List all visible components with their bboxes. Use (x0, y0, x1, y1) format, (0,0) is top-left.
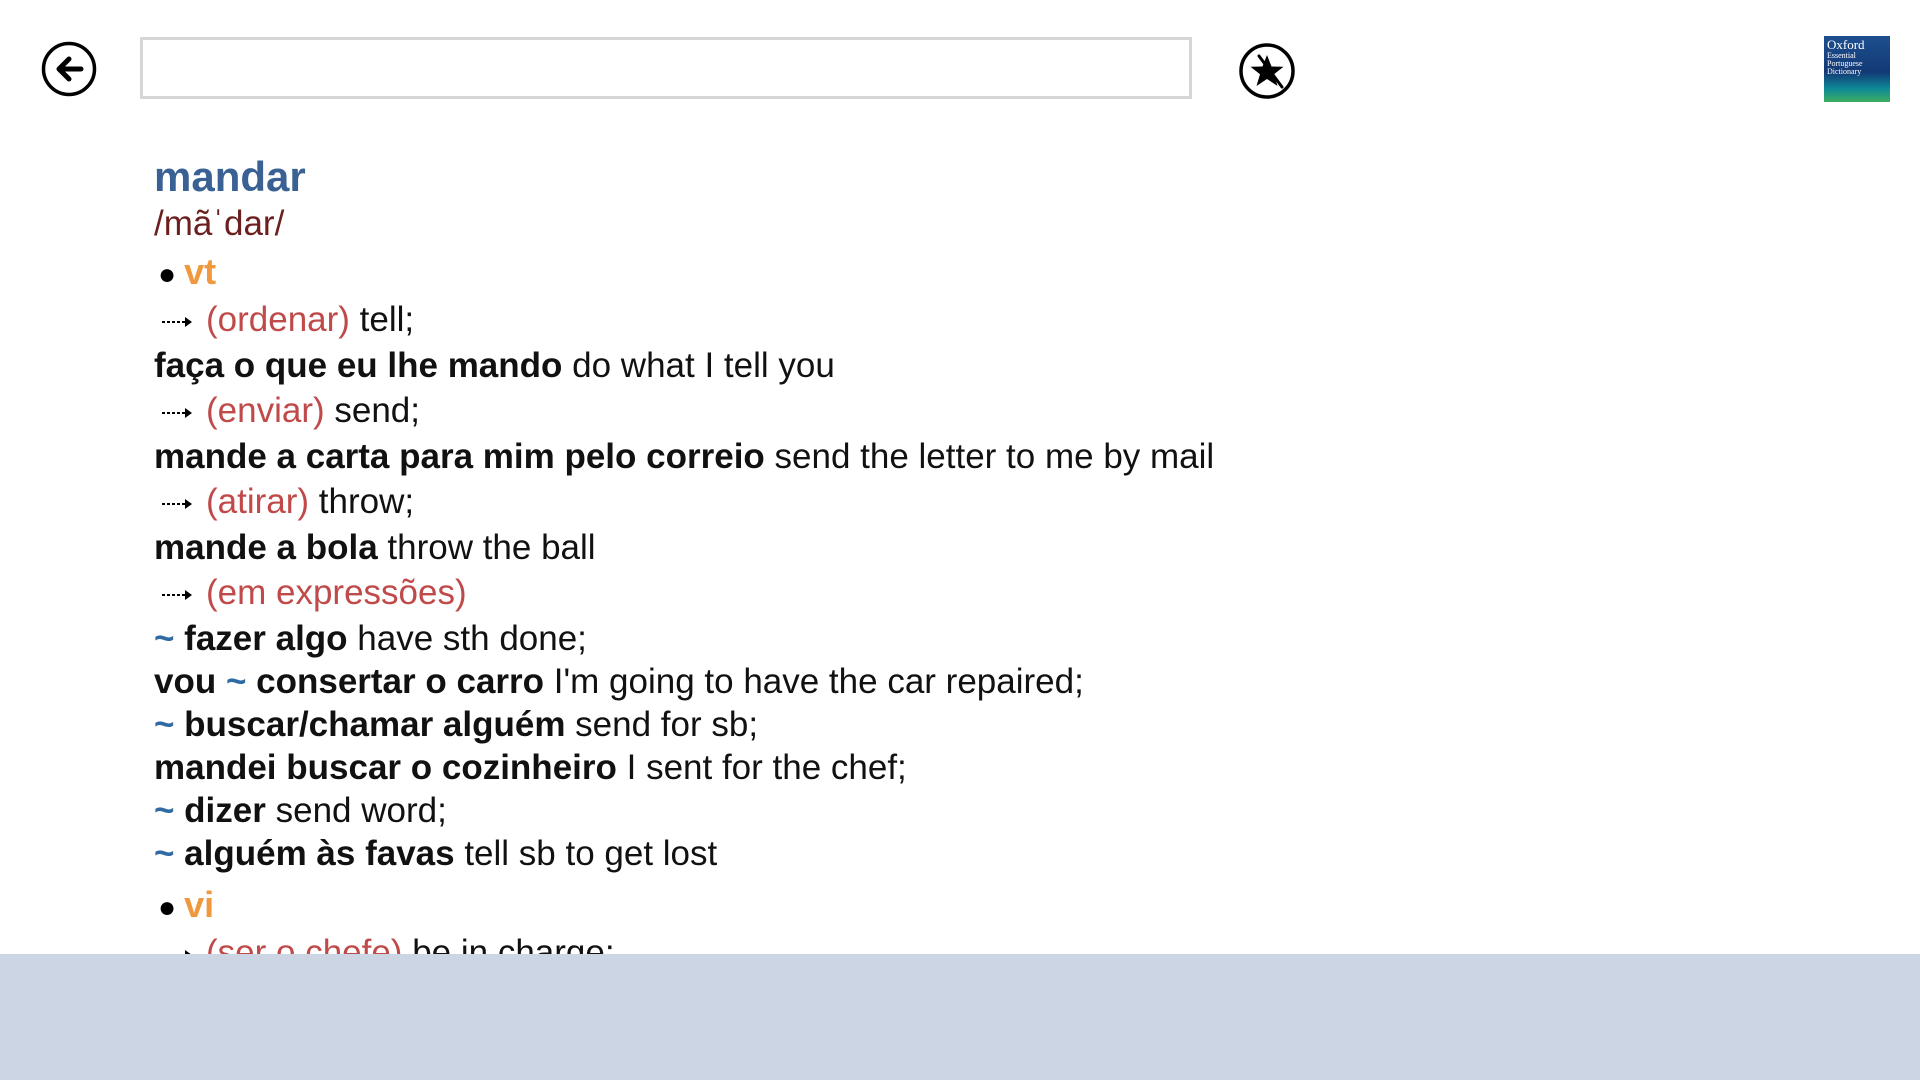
sense-gloss: (em expressões) (206, 573, 467, 612)
headword-tilde: ~ (154, 834, 175, 873)
example-phrase: mande a carta para mim pelo correio (154, 437, 765, 476)
sense-row: (ser o chefe) be in charge; (154, 929, 1754, 954)
example-row: faça o que eu lhe mando do what I tell y… (154, 344, 1754, 387)
bullet-icon: ● (158, 891, 177, 924)
expression-prefix: mandei buscar o cozinheiro (154, 748, 617, 787)
sense-gloss: (atirar) (206, 482, 310, 521)
example-translation: throw the ball (377, 528, 596, 567)
expression-row: vou ~ consertar o carro I'm going to hav… (154, 660, 1754, 703)
dictionary-app: Oxford Essential Portuguese Dictionary m… (0, 0, 1920, 1080)
sense-gloss: (ser o chefe) (206, 933, 403, 954)
headword-tilde: ~ (154, 791, 175, 830)
back-button[interactable] (41, 41, 97, 97)
expression-row: mandei buscar o cozinheiro I sent for th… (154, 746, 1754, 789)
expression-translation: have sth done; (347, 619, 587, 658)
expression-translation: tell sb to get lost (454, 834, 718, 873)
back-arrow-circle-icon (41, 41, 97, 97)
sense-arrow-icon (160, 406, 196, 420)
example-row: mande a carta para mim pelo correio send… (154, 435, 1754, 478)
part-of-speech: vt (184, 251, 217, 292)
expression-phrase: buscar/chamar alguém (174, 705, 566, 744)
dictionary-entry: mandar /mãˈdar/ ● vt (ordenar) tell; faça… (154, 150, 1754, 954)
content-viewport[interactable]: Oxford Essential Portuguese Dictionary m… (0, 0, 1920, 954)
sense-translation: be in charge; (402, 933, 615, 954)
logo-title: Oxford (1827, 37, 1865, 52)
headword: mandar (154, 153, 306, 200)
expression-translation: send word; (265, 791, 447, 830)
expression-row: ~ buscar/chamar alguém send for sb; (154, 703, 1754, 746)
sense-arrow-icon (160, 497, 196, 511)
expression-translation: I sent for the chef; (616, 748, 907, 787)
sense-row: (atirar) throw; (154, 478, 1754, 526)
example-phrase: mande a bola (154, 528, 378, 567)
example-translation: send the letter to me by mail (764, 437, 1215, 476)
pos-row-vi: ● vi (154, 881, 1754, 929)
sense-translation: send; (324, 391, 420, 430)
logo-subtitle: Essential Portuguese Dictionary (1827, 51, 1863, 76)
sense-translation: tell; (349, 300, 415, 339)
part-of-speech: vi (184, 884, 215, 925)
headword-tilde: ~ (225, 662, 247, 701)
headword-tilde: ~ (154, 705, 175, 744)
favorites-button[interactable] (1238, 42, 1296, 100)
example-phrase: faça o que eu lhe mando (154, 346, 563, 385)
expression-phrase: consertar o carro (246, 662, 545, 701)
pronunciation: /mãˈdar/ (154, 204, 285, 243)
bullet-icon: ● (158, 258, 177, 291)
sense-gloss: (ordenar) (206, 300, 350, 339)
oxford-dictionary-logo: Oxford Essential Portuguese Dictionary (1824, 36, 1890, 102)
expression-phrase: alguém às favas (174, 834, 455, 873)
expression-row: ~ fazer algo have sth done; (154, 617, 1754, 660)
sense-translation: throw; (309, 482, 415, 521)
sense-arrow-icon (160, 315, 196, 329)
sense-row-expressions: (em expressões) (154, 569, 1754, 617)
sense-arrow-icon (160, 588, 196, 602)
expression-prefix: vou (154, 662, 226, 701)
sense-gloss: (enviar) (206, 391, 325, 430)
sense-row: (enviar) send; (154, 387, 1754, 435)
expression-phrase: dizer (174, 791, 266, 830)
expression-translation: I'm going to have the car repaired; (544, 662, 1084, 701)
expression-translation: send for sb; (565, 705, 759, 744)
expression-row: ~ alguém às favas tell sb to get lost (154, 832, 1754, 875)
pos-row-vt: ● vt (154, 248, 1754, 296)
example-row: mande a bola throw the ball (154, 526, 1754, 569)
bottom-app-bar (0, 954, 1920, 1080)
expression-phrase: fazer algo (174, 619, 348, 658)
search-input[interactable] (140, 37, 1192, 99)
star-circle-icon (1239, 43, 1295, 99)
headword-tilde: ~ (154, 619, 175, 658)
example-translation: do what I tell you (562, 346, 835, 385)
expression-row: ~ dizer send word; (154, 789, 1754, 832)
sense-row: (ordenar) tell; (154, 296, 1754, 344)
